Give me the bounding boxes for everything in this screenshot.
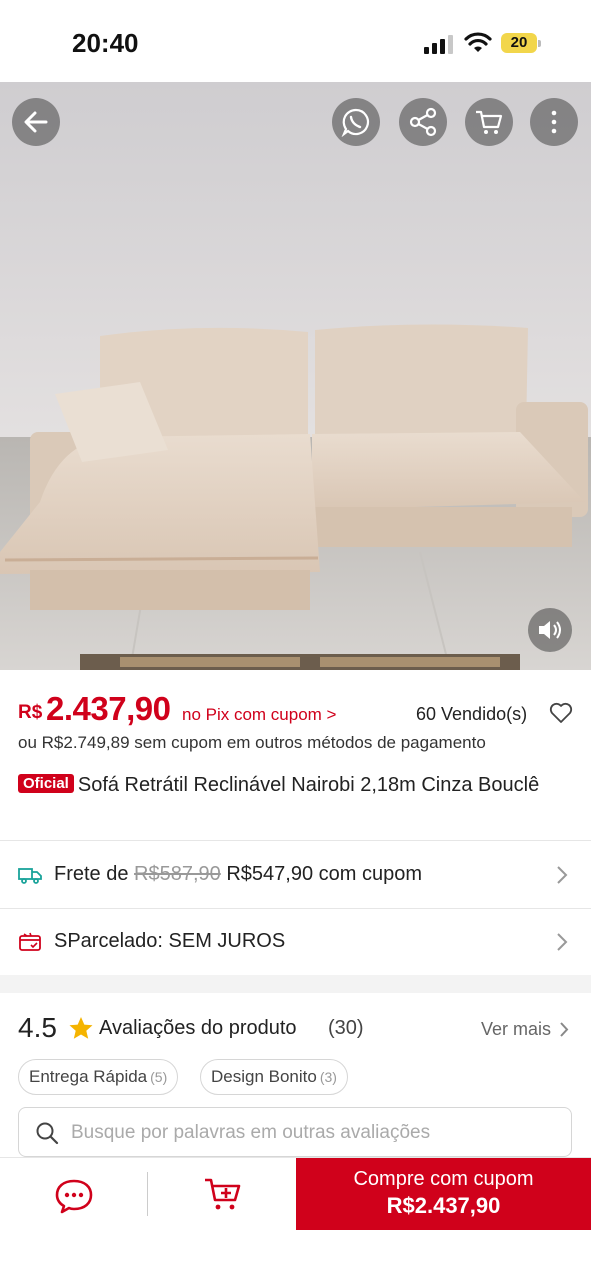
chevron-right-icon[interactable] (559, 1021, 569, 1038)
shipping-label: Frete de (54, 863, 129, 885)
review-tag-label: Entrega Rápida (29, 1067, 148, 1086)
review-tag-chip[interactable]: Design Bonito (3) (200, 1059, 348, 1095)
chat-icon[interactable] (54, 1178, 94, 1214)
review-tag-count: (5) (150, 1069, 168, 1085)
bottom-action-bar: Compre com cupom R$2.437,90 (0, 1157, 591, 1280)
sold-count: 60 Vendido(s) (416, 704, 528, 724)
installments-row[interactable]: SParcelado: SEM JUROS (0, 909, 591, 975)
card-installment-icon (19, 932, 41, 951)
wifi-icon (464, 32, 492, 52)
vertical-dots-icon (551, 110, 557, 134)
price-value: 2.437,90 (46, 690, 171, 727)
bottom-bar-separator (147, 1172, 148, 1216)
status-bar: 20:40 20 (0, 0, 591, 82)
arrow-left-icon (24, 111, 48, 133)
review-tag-count: (3) (319, 1069, 337, 1085)
product-image-gallery[interactable] (0, 82, 591, 670)
whatsapp-icon (341, 108, 370, 137)
more-options-button[interactable] (530, 98, 578, 146)
signal-icon (424, 35, 453, 54)
official-badge: Oficial (18, 774, 74, 793)
heart-icon[interactable] (549, 702, 573, 724)
rating-score: 4.5 (18, 1012, 57, 1043)
search-icon (36, 1122, 59, 1145)
pix-coupon-link[interactable]: no Pix com cupom > (182, 705, 337, 725)
truck-icon (18, 868, 42, 884)
add-to-cart-icon[interactable] (203, 1176, 243, 1212)
shipping-text: Frete de R$587,90 R$547,90 com cupom (54, 863, 422, 886)
buy-with-coupon-button[interactable]: Compre com cupom R$2.437,90 (296, 1158, 591, 1230)
battery-icon: 20 (501, 33, 541, 53)
video-sound-button[interactable] (528, 608, 572, 652)
status-time: 20:40 (72, 28, 139, 58)
battery-level: 20 (510, 34, 528, 51)
price-currency: R$ (18, 702, 43, 723)
divider (0, 840, 591, 841)
star-icon (69, 1017, 93, 1039)
price-row: R$ 2.437,90 no Pix com cupom > 60 Vendid… (18, 690, 578, 730)
share-icon (409, 107, 437, 137)
cart-button[interactable] (465, 98, 513, 146)
reviews-count: (30) (328, 1017, 364, 1039)
chevron-right-icon (557, 866, 568, 884)
product-title-block: Oficial Sofá Retrátil Reclinável Nairobi … (18, 772, 578, 798)
cart-icon (476, 110, 503, 134)
review-search-input[interactable]: Busque por palavras em outras avaliações (18, 1107, 572, 1157)
back-button[interactable] (12, 98, 60, 146)
reviews-title: Avaliações do produto (99, 1017, 297, 1039)
installments-text: SParcelado: SEM JUROS (54, 930, 286, 952)
section-gap (0, 975, 591, 993)
shipping-row[interactable]: Frete de R$587,90 R$547,90 com cupom (0, 842, 591, 908)
shipping-new-price: R$547,90 com cupom (226, 863, 423, 885)
speaker-icon (539, 621, 561, 639)
review-tag-label: Design Bonito (211, 1067, 317, 1086)
product-photo (0, 82, 591, 670)
buy-button-price: R$2.437,90 (386, 1193, 501, 1218)
buy-button-label: Compre com cupom (353, 1168, 534, 1190)
share-button[interactable] (399, 98, 447, 146)
shipping-old-price: R$587,90 (134, 863, 221, 885)
whatsapp-share-button[interactable] (332, 98, 380, 146)
review-tag-chip[interactable]: Entrega Rápida (5) (18, 1059, 179, 1095)
alt-price-text: ou R$2.749,89 sem cupom em outros método… (18, 733, 486, 752)
see-more-link[interactable]: Ver mais (481, 1019, 551, 1040)
review-search-placeholder: Busque por palavras em outras avaliações (71, 1122, 431, 1143)
product-title: Sofá Retrátil Reclinável Nairobi 2,18m C… (77, 774, 540, 796)
chevron-right-icon (557, 933, 568, 951)
